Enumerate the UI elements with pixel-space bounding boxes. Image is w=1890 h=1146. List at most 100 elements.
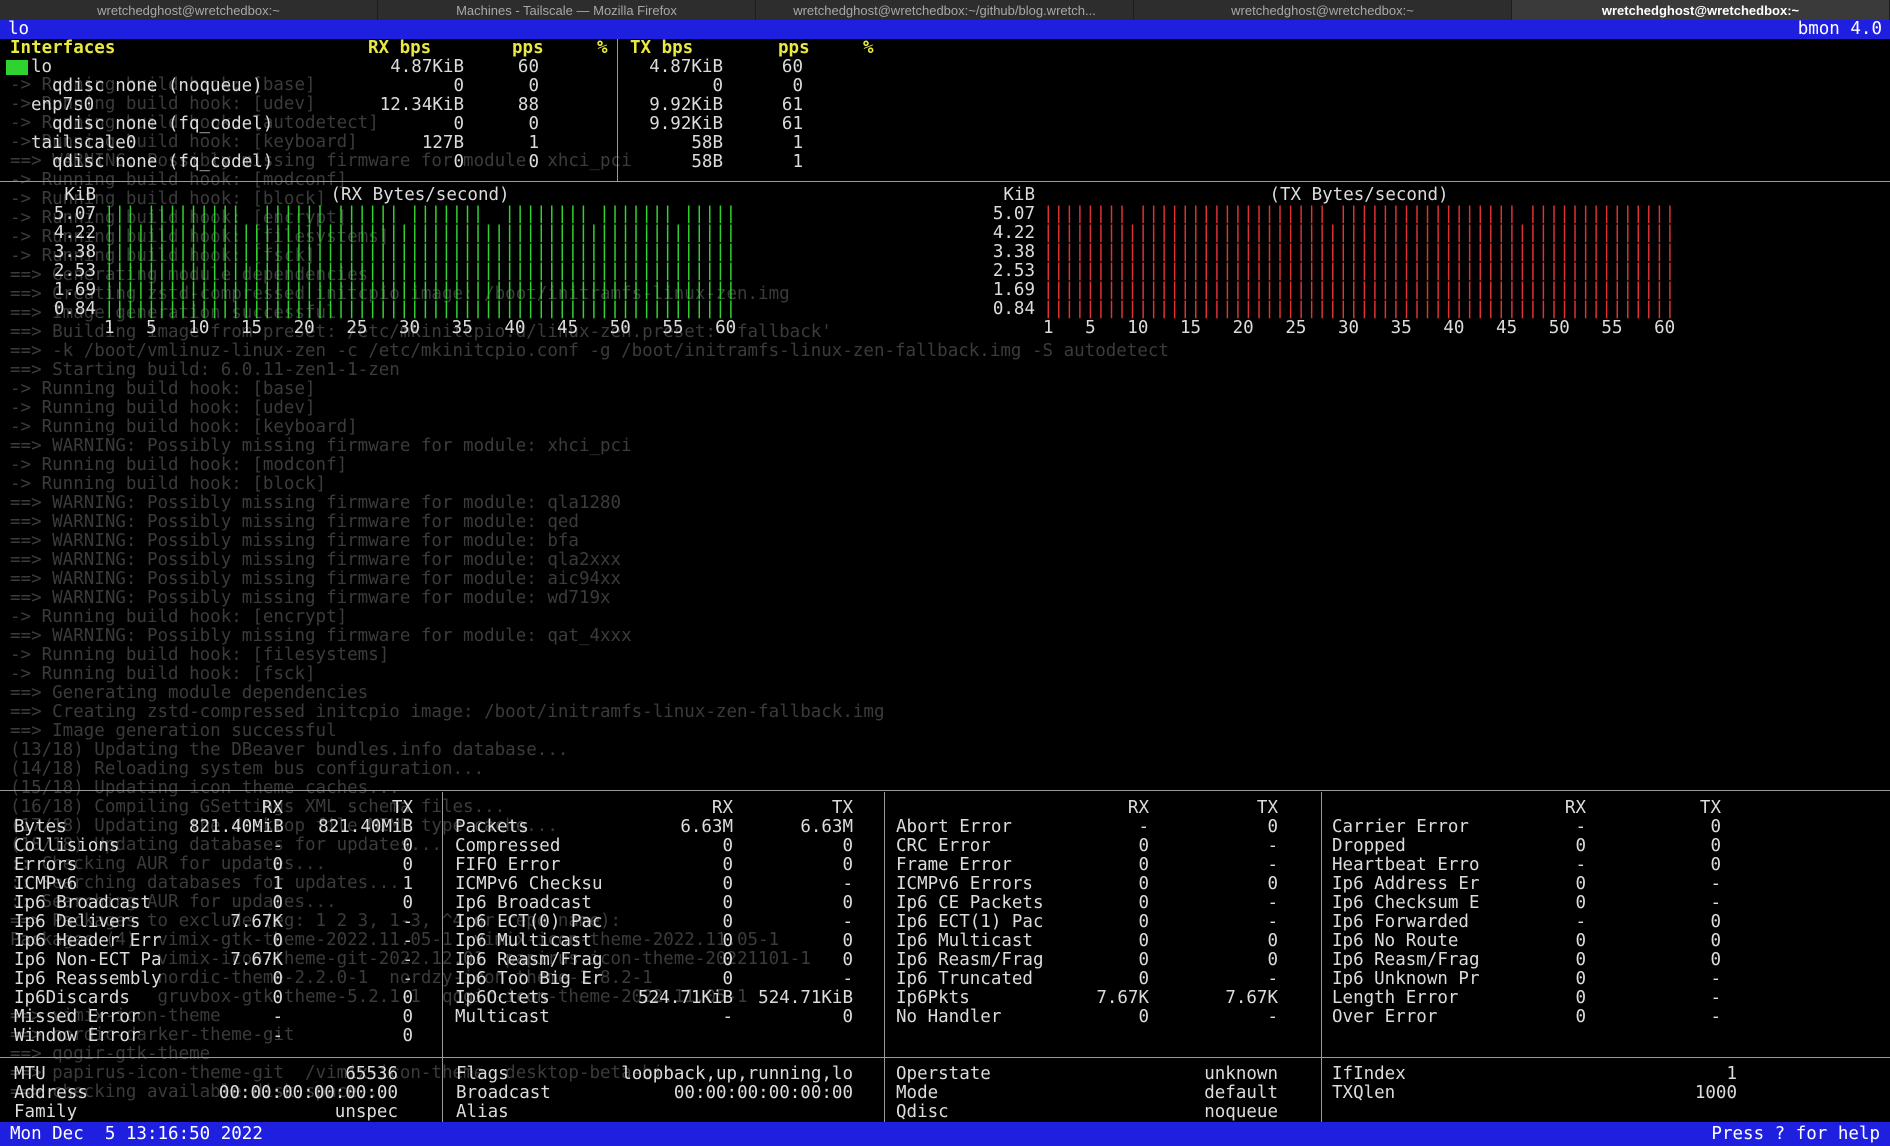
- stat-rx-value: 0: [189, 894, 283, 913]
- stat-tx-value: -: [283, 913, 413, 932]
- qdisc-row: qdisc none (noqueue)0000: [10, 77, 863, 96]
- stat-rx-value: 0: [630, 932, 733, 951]
- stat-tx-value: 0: [283, 1008, 413, 1027]
- stat-rx-value: 0: [189, 970, 283, 989]
- stat-label: Frame Error: [896, 856, 1071, 875]
- terminal-tab[interactable]: wretchedghost@wretchedbox:~/github/blog.…: [756, 0, 1134, 20]
- rx-percent-value: [539, 96, 599, 115]
- stat-label: Ip6 ECT(1) Pac: [896, 913, 1071, 932]
- stat-tx-value: 0: [733, 1008, 853, 1027]
- list-bottom-separator: [0, 181, 1890, 182]
- column-header: pps: [778, 39, 810, 58]
- interface-row[interactable]: enp7s012.34KiB889.92KiB61: [10, 96, 863, 115]
- info-label: Flags: [456, 1065, 509, 1084]
- graph-bars-row: ||||||||||||||||||||||||||||||||||||||||…: [1043, 262, 1675, 281]
- terminal-tab[interactable]: wretchedghost@wretchedbox:~: [1512, 0, 1890, 20]
- interface-list-header: InterfacesRX bpspps%TX bpspps%: [0, 39, 1890, 58]
- stat-label: Dropped: [1332, 837, 1507, 856]
- stat-rx-value: -: [1507, 856, 1586, 875]
- graph-bars-row: ||||||||||||||||||||||||||||||||||||||||…: [104, 224, 736, 243]
- y-axis-label: 3.38: [0, 243, 96, 262]
- stat-row: Ip6 ECT(0) Pac0-: [455, 913, 853, 932]
- interface-row[interactable]: lo4.87KiB604.87KiB60: [10, 58, 863, 77]
- stat-rx-value: 0: [1507, 989, 1586, 1008]
- x-axis-labels: 1 5 10 15 20 25 30 35 40 45 50 55 60: [104, 319, 736, 338]
- terminal-tab[interactable]: wretchedghost@wretchedbox:~: [0, 0, 378, 20]
- graph-row: 0.84||||||||||||||||||||||||||||||||||||…: [0, 300, 736, 319]
- stats-column: RXTXBytes821.40MiB821.40MiBCollisions-0E…: [14, 799, 413, 1046]
- stat-label: Compressed: [455, 837, 630, 856]
- info-row: Flagsloopback,up,running,lo: [456, 1065, 853, 1084]
- stat-rx-value: 7.67K: [189, 913, 283, 932]
- graph-bars-row: ||||||||||||||||||||||||||||||||||||||||…: [104, 262, 736, 281]
- axis-spacer: [0, 319, 96, 338]
- graph-row: 4.22 ||||||||||||||||||||||||||||||||||||…: [0, 224, 736, 243]
- stat-rx-value: 0: [630, 856, 733, 875]
- stat-tx-value: 0: [1149, 818, 1278, 837]
- info-value: 65536: [345, 1065, 398, 1084]
- spacer: [599, 58, 627, 77]
- graph-row: 0.84||||||||||||||||||||||||||||||||||||…: [939, 300, 1675, 319]
- stat-rx-value: 0: [630, 951, 733, 970]
- y-axis-label: 5.07: [0, 205, 96, 224]
- stat-label: Multicast: [455, 1008, 630, 1027]
- graph-row: 2.53||||||||||||||||||||||||||||||||||||…: [939, 262, 1675, 281]
- interface-row[interactable]: tailscale0127B158B1: [10, 134, 863, 153]
- tx-percent-value: [803, 77, 863, 96]
- rx-column-header: RX: [1071, 799, 1149, 818]
- stat-row: ICMPv6 Errors00: [896, 875, 1278, 894]
- info-row: Broadcast 00:00:00:00:00:00: [456, 1084, 853, 1103]
- rx-percent-value: [539, 77, 599, 96]
- stat-row: Dropped00: [1332, 837, 1721, 856]
- tx-bps-value: 0: [627, 77, 723, 96]
- stat-label: Ip6 Delivers: [14, 913, 189, 932]
- tx-pps-value: 1: [723, 134, 803, 153]
- info-value: unknown: [1204, 1065, 1278, 1084]
- rx-pps-value: 1: [464, 134, 539, 153]
- stat-row: Ip6 No Route00: [1332, 932, 1721, 951]
- interface-name: qdisc none (fq_codel): [10, 115, 360, 134]
- stats-header-spacer: [14, 799, 189, 818]
- info-value: 00:00:00:00:00:00: [674, 1084, 853, 1103]
- stat-rx-value: 0: [189, 856, 283, 875]
- stat-row: Ip6 Too Big Er0-: [455, 970, 853, 989]
- y-axis-label: 4.22: [0, 224, 96, 243]
- graph-row: 5.07||| ||||||||| |||||| |||||| ||||||| …: [0, 205, 736, 224]
- stat-label: ICMPv6 Errors: [896, 875, 1071, 894]
- stat-row: Length Error0-: [1332, 989, 1721, 1008]
- qdisc-row: qdisc none (fq_codel)009.92KiB61: [10, 115, 863, 134]
- stat-rx-value: 0: [630, 837, 733, 856]
- rx-percent-value: [539, 58, 599, 77]
- stat-tx-value: 1: [283, 875, 413, 894]
- stat-rx-value: 0: [1507, 970, 1586, 989]
- stat-tx-value: -: [1149, 894, 1278, 913]
- stat-row: Ip6 Broadcast00: [455, 894, 853, 913]
- info-value: 1000: [1695, 1084, 1737, 1103]
- rx-bytes-graph: KiB(RX Bytes/second)5.07||| ||||||||| ||…: [0, 186, 736, 338]
- stat-rx-value: 0: [630, 875, 733, 894]
- stat-label: Length Error: [1332, 989, 1507, 1008]
- stat-tx-value: 0: [283, 989, 413, 1008]
- stat-row: Abort Error-0: [896, 818, 1278, 837]
- stat-row: Ip6 Reasm/Frag00: [455, 951, 853, 970]
- stat-tx-value: 6.63M: [733, 818, 853, 837]
- info-label: Alias: [456, 1103, 509, 1122]
- stats-header-row: RXTX: [455, 799, 853, 818]
- terminal-tab[interactable]: Machines - Tailscale — Mozilla Firefox: [378, 0, 756, 20]
- info-label: Address: [14, 1084, 88, 1103]
- info-label: Broadcast: [456, 1084, 551, 1103]
- stat-label: ICMPv6 Checksu: [455, 875, 630, 894]
- tx-column-header: TX: [733, 799, 853, 818]
- stat-tx-value: 0: [733, 932, 853, 951]
- graph-unit-label: KiB: [0, 186, 96, 205]
- app-version-label: bmon 4.0: [1798, 20, 1882, 39]
- tx-bps-value: 4.87KiB: [627, 58, 723, 77]
- stat-tx-value: 0: [1149, 932, 1278, 951]
- terminal-tab[interactable]: wretchedghost@wretchedbox:~: [1134, 0, 1512, 20]
- qdisc-row: qdisc none (fq_codel)0058B1: [10, 153, 863, 172]
- column-header: pps: [512, 39, 544, 58]
- stat-row: Heartbeat Erro-0: [1332, 856, 1721, 875]
- stat-row: Ip6 Address Er0-: [1332, 875, 1721, 894]
- info-column: OperstateunknownModedefaultQdiscnoqueue: [896, 1065, 1278, 1122]
- stat-rx-value: -: [189, 837, 283, 856]
